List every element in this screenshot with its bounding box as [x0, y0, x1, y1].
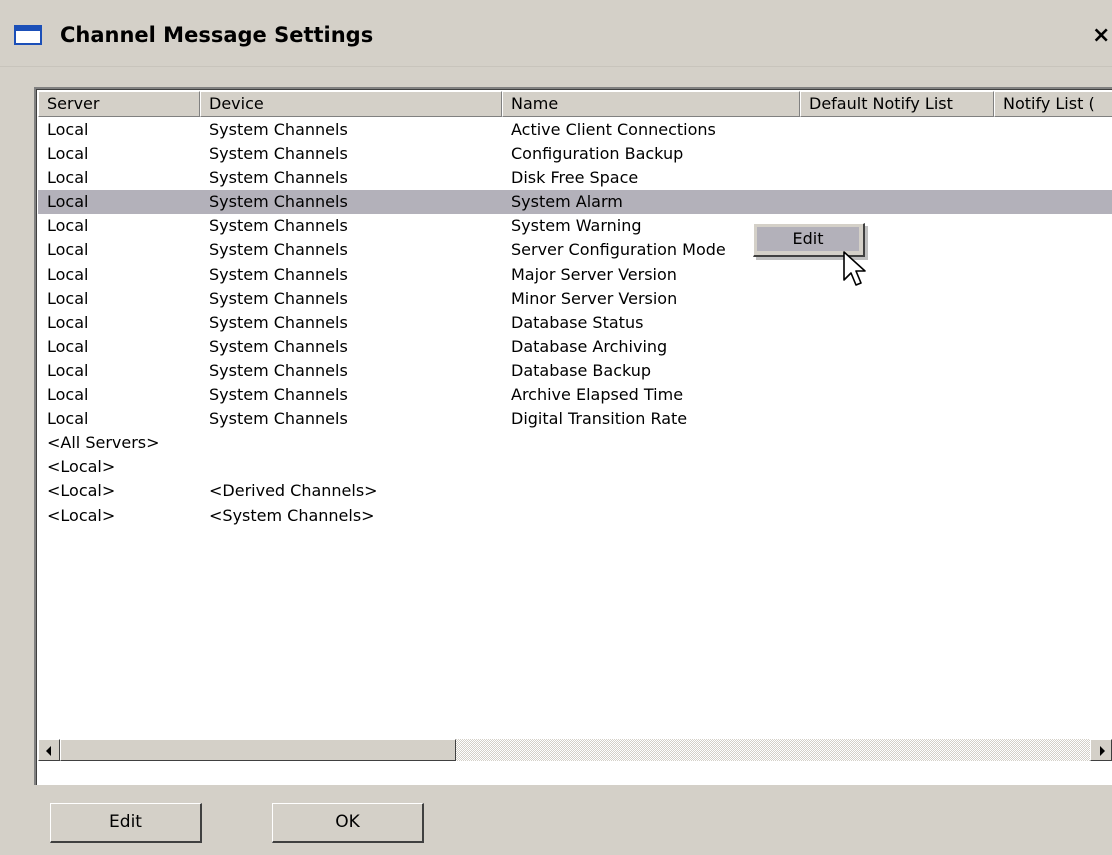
table-row[interactable]: Local System Channels System Alarm: [38, 190, 1112, 215]
table-row[interactable]: <Local>: [38, 455, 1112, 479]
column-header-device[interactable]: Device: [200, 91, 502, 117]
table-row[interactable]: Local System Channels Minor Server Version: [38, 287, 1112, 311]
table-row[interactable]: Local System Channels Major Server Version: [38, 263, 1112, 287]
cell-name: Archive Elapsed Time: [511, 385, 684, 405]
cell-server: Local: [47, 192, 89, 212]
cell-name: Major Server Version: [511, 264, 677, 284]
column-header-server[interactable]: Server: [38, 91, 200, 117]
edit-button[interactable]: Edit: [50, 803, 202, 843]
scroll-left-button[interactable]: [38, 739, 60, 761]
cell-device: System Channels: [209, 264, 348, 284]
cell-device: <System Channels>: [209, 505, 375, 525]
cell-device: System Channels: [209, 144, 348, 164]
table-row[interactable]: Local System Channels Active Client Connec…: [38, 118, 1112, 142]
cell-server: Local: [47, 216, 89, 236]
column-header-notify-list[interactable]: Notify List (: [994, 91, 1112, 117]
cell-name: Database Backup: [511, 360, 652, 380]
cell-name: Database Status: [511, 312, 644, 332]
list-rows: Local System Channels Active Client Connec…: [38, 118, 1112, 528]
scroll-thumb[interactable]: [60, 739, 456, 761]
cell-name: Minor Server Version: [511, 288, 678, 308]
column-header-default-notify-list[interactable]: Default Notify List: [800, 91, 994, 117]
cell-server: Local: [47, 264, 89, 284]
table-row[interactable]: <Local> <Derived Channels>: [38, 479, 1112, 503]
cell-server: Local: [47, 312, 89, 332]
cell-name: Digital Transition Rate: [511, 409, 688, 429]
window-title: Channel Message Settings: [60, 23, 374, 47]
cell-device: System Channels: [209, 120, 348, 139]
cell-server: Local: [47, 168, 89, 188]
cell-server: Local: [47, 360, 89, 380]
close-button[interactable]: ×: [1092, 21, 1112, 51]
cell-server: Local: [47, 385, 89, 405]
cell-device: System Channels: [209, 240, 348, 260]
arrow-left-icon: [46, 746, 51, 756]
table-row[interactable]: Local System Channels Archive Elapsed Time: [38, 383, 1112, 407]
cell-device: System Channels: [209, 192, 348, 212]
cell-server: Local: [47, 240, 89, 260]
mouse-pointer-icon: [843, 251, 866, 286]
cell-device: System Channels: [209, 216, 348, 236]
cell-device: System Channels: [209, 288, 348, 308]
cell-server: Local: [47, 336, 89, 356]
title-bar: Channel Message Settings ×: [0, 0, 1112, 67]
list-header: Server Device Name Default Notify List N…: [38, 91, 1112, 117]
ok-button[interactable]: OK: [272, 803, 424, 843]
arrow-right-icon: [1100, 746, 1105, 756]
cell-name: Configuration Backup: [511, 144, 684, 164]
cell-device: System Channels: [209, 360, 348, 380]
cell-name: Disk Free Space: [511, 168, 639, 188]
horizontal-scrollbar[interactable]: [38, 739, 1112, 761]
cell-server: <Local>: [47, 481, 116, 501]
cell-server: <Local>: [47, 505, 116, 525]
table-row[interactable]: Local System Channels Database Archiving: [38, 335, 1112, 359]
cell-device: System Channels: [209, 336, 348, 356]
table-row[interactable]: <All Servers>: [38, 431, 1112, 455]
cell-server: <All Servers>: [47, 433, 160, 453]
table-row[interactable]: Local System Channels Configuration Backup: [38, 142, 1112, 166]
cell-server: Local: [47, 288, 89, 308]
channel-list[interactable]: Server Device Name Default Notify List N…: [34, 87, 1112, 785]
table-row[interactable]: Local System Channels Disk Free Space: [38, 166, 1112, 190]
table-row[interactable]: Local System Channels System Warning: [38, 214, 1112, 238]
table-row[interactable]: Local System Channels Database Status: [38, 311, 1112, 335]
cell-name: Database Archiving: [511, 336, 668, 356]
table-row[interactable]: Local System Channels Database Backup: [38, 359, 1112, 383]
cell-name: System Alarm: [511, 192, 623, 212]
context-menu-edit[interactable]: Edit: [757, 227, 859, 251]
cell-server: Local: [47, 120, 89, 139]
cell-device: System Channels: [209, 409, 348, 429]
cell-device: System Channels: [209, 312, 348, 332]
cell-device: System Channels: [209, 385, 348, 405]
table-row[interactable]: Local System Channels Server Configuration…: [38, 238, 1112, 262]
column-header-name[interactable]: Name: [502, 91, 800, 117]
cell-name: Active Client Connections: [511, 120, 716, 139]
cell-device: System Channels: [209, 168, 348, 188]
scroll-right-button[interactable]: [1090, 739, 1112, 761]
window-icon: [14, 25, 42, 45]
cell-server: Local: [47, 409, 89, 429]
cell-server: Local: [47, 144, 89, 164]
table-row[interactable]: Local System Channels Digital Transition R…: [38, 407, 1112, 431]
cell-server: <Local>: [47, 457, 116, 477]
cell-device: <Derived Channels>: [209, 481, 378, 501]
table-row[interactable]: <Local> <System Channels>: [38, 504, 1112, 528]
